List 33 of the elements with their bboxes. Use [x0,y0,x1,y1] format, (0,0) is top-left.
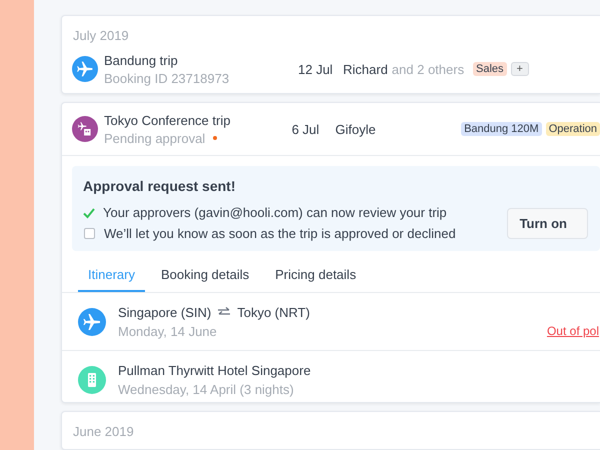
checkbox[interactable] [84,228,95,240]
approval-title: Approval request sent! [83,178,236,194]
trip-date: 6 Jul [292,122,320,137]
approval-message: Your approvers (gavin@hooli.com) can now review your trip [103,205,447,220]
trip-subtitle: Pending approval [104,130,206,146]
flight-date: Monday, 14 June [118,324,218,339]
add-tag-button[interactable]: + [510,62,529,76]
swap-arrows-icon [217,307,232,318]
traveler-name: Gifoyle [335,122,376,137]
tag: Bandung 120M [461,122,542,136]
hotel-name: Pullman Thyrwitt Hotel Singapore [118,362,312,378]
building-icon [78,366,106,394]
trip-date: 12 Jul [298,62,334,76]
stay-date: Wednesday, 14 April (3 nights) [118,382,295,397]
destination: Tokyo (NRT) [237,304,310,320]
origin: Singapore (SIN) [118,304,212,320]
tag: Operation [546,122,600,136]
traveler-name: Richard [343,62,388,76]
month-heading: July 2019 [72,27,130,43]
tab[interactable]: Booking details [150,261,260,292]
approval-message: We’ll let you know as soon as the trip is approved or declined [104,226,456,242]
turn-on-button[interactable]: Turn on [506,208,588,240]
trip-subtitle: Booking ID 23718973 [104,70,230,86]
airplane-icon [72,56,98,82]
trip-title[interactable]: Tokyo Conference trip [104,112,292,128]
other-travelers: and 2 others [392,62,464,76]
plane-building-icon [72,116,98,142]
out-of-policy-link[interactable]: Out of pol [546,324,599,338]
tab[interactable]: Pricing details [265,261,366,292]
tag: Sales [473,62,507,76]
month-heading: June 2019 [72,422,135,439]
airplane-icon [78,308,106,336]
trip-title[interactable]: Bandung trip [104,52,298,68]
